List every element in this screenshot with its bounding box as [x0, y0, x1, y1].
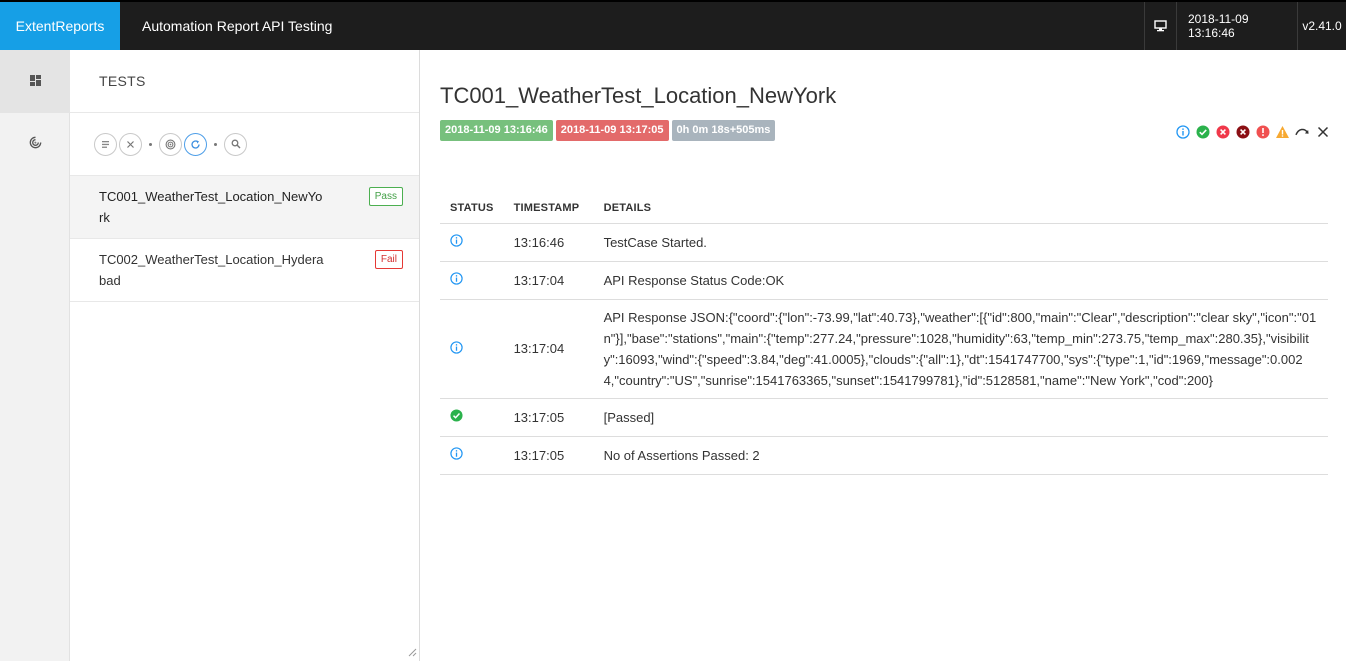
log-status	[440, 261, 504, 300]
duration-label: 0h 0m 18s+505ms	[671, 120, 776, 141]
log-timestamp: 13:16:46	[503, 223, 594, 262]
info-icon	[450, 340, 463, 357]
search-icon	[231, 139, 240, 149]
refresh-icon	[191, 139, 200, 149]
side-nav	[0, 50, 70, 661]
info-icon	[450, 447, 463, 463]
info-icon[interactable]	[1175, 124, 1190, 139]
log-details: [Passed]	[593, 398, 1328, 437]
test-detail-panel: TC001_WeatherTest_Location_NewYork 2018-…	[420, 50, 1346, 661]
start-time-label: 2018-11-09 13:16:46	[440, 120, 553, 141]
test-list-item[interactable]: TC001_WeatherTest_Location_NewYork Pass	[70, 176, 419, 239]
clear-icon	[127, 140, 134, 148]
log-row: 13:17:05 [Passed]	[440, 398, 1328, 437]
filter-list-icon	[102, 140, 109, 148]
search-button[interactable]	[224, 132, 247, 156]
log-row: 13:17:04 API Response JSON:{"coord":{"lo…	[440, 299, 1328, 399]
test-name: TC001_WeatherTest_Location_NewYork	[99, 189, 323, 225]
log-timestamp: 13:17:04	[503, 261, 594, 300]
filter-status-button[interactable]	[94, 132, 117, 156]
monitor-icon[interactable]	[1144, 2, 1176, 50]
details-column-header: DETAILS	[593, 193, 1328, 224]
fatal-icon[interactable]	[1235, 124, 1250, 139]
status-filter-icons	[1170, 124, 1330, 139]
top-navbar: ExtentReports Automation Report API Test…	[0, 0, 1346, 50]
resize-handle[interactable]	[407, 647, 417, 657]
log-timestamp: 13:17:05	[503, 398, 594, 437]
log-row: 13:17:05 No of Assertions Passed: 2	[440, 436, 1328, 475]
brand-logo[interactable]: ExtentReports	[0, 2, 120, 50]
tests-panel: TESTS TC001_WeatherTest_Location_NewYork…	[70, 50, 420, 661]
warning-icon[interactable]	[1275, 124, 1290, 139]
log-timestamp: 13:17:05	[503, 436, 594, 475]
clear-filter-button[interactable]	[119, 132, 142, 156]
close-icon[interactable]	[1315, 124, 1330, 139]
pass-icon[interactable]	[1195, 124, 1210, 139]
nav-tests-view[interactable]	[0, 50, 70, 113]
log-table: STATUS TIMESTAMP DETAILS 13:16:46 TestCa…	[440, 193, 1328, 475]
refresh-button[interactable]	[184, 132, 207, 156]
report-date: 2018-11-09 13:16:46	[1176, 2, 1297, 50]
toolbar-separator	[214, 142, 217, 146]
fail-icon[interactable]	[1215, 124, 1230, 139]
info-icon	[450, 234, 463, 250]
log-status	[440, 299, 504, 399]
log-timestamp: 13:17:04	[503, 299, 594, 399]
log-table-header: STATUS TIMESTAMP DETAILS	[440, 193, 1328, 224]
status-badge: Fail	[374, 250, 403, 269]
radar-icon	[29, 135, 42, 154]
test-list-item[interactable]: TC002_WeatherTest_Location_Hyderabad Fai…	[70, 239, 419, 302]
timestamp-column-header: TIMESTAMP	[503, 193, 594, 224]
toolbar-separator	[149, 142, 152, 146]
radar-icon	[165, 139, 176, 149]
log-row: 13:16:46 TestCase Started.	[440, 223, 1328, 262]
test-times: 2018-11-09 13:16:46 2018-11-09 13:17:05 …	[440, 120, 778, 141]
log-details: TestCase Started.	[593, 223, 1328, 262]
nav-dashboard-view[interactable]	[0, 113, 70, 176]
log-status	[440, 398, 504, 437]
test-title: TC001_WeatherTest_Location_NewYork	[440, 83, 837, 108]
version-label: v2.41.0	[1297, 2, 1346, 50]
info-icon	[450, 272, 463, 288]
filter-category-button[interactable]	[159, 132, 182, 156]
log-status	[440, 436, 504, 475]
log-details: API Response JSON:{"coord":{"lon":-73.99…	[593, 299, 1328, 399]
dashboard-icon	[29, 73, 41, 91]
status-badge: Pass	[368, 187, 403, 206]
error-icon[interactable]	[1255, 124, 1270, 139]
skip-icon[interactable]	[1295, 124, 1310, 139]
log-details: No of Assertions Passed: 2	[593, 436, 1328, 475]
log-row: 13:17:04 API Response Status Code:OK	[440, 261, 1328, 300]
log-details: API Response Status Code:OK	[593, 261, 1328, 300]
pass-icon	[450, 409, 463, 425]
log-status	[440, 223, 504, 262]
status-column-header: STATUS	[440, 193, 504, 224]
end-time-label: 2018-11-09 13:17:05	[555, 120, 669, 141]
report-name: Automation Report API Testing	[142, 18, 333, 34]
test-name: TC002_WeatherTest_Location_Hyderabad	[99, 252, 324, 288]
tests-heading: TESTS	[70, 50, 419, 113]
top-right-bar: 2018-11-09 13:16:46 v2.41.0	[1144, 2, 1346, 50]
tests-toolbar	[70, 113, 419, 176]
